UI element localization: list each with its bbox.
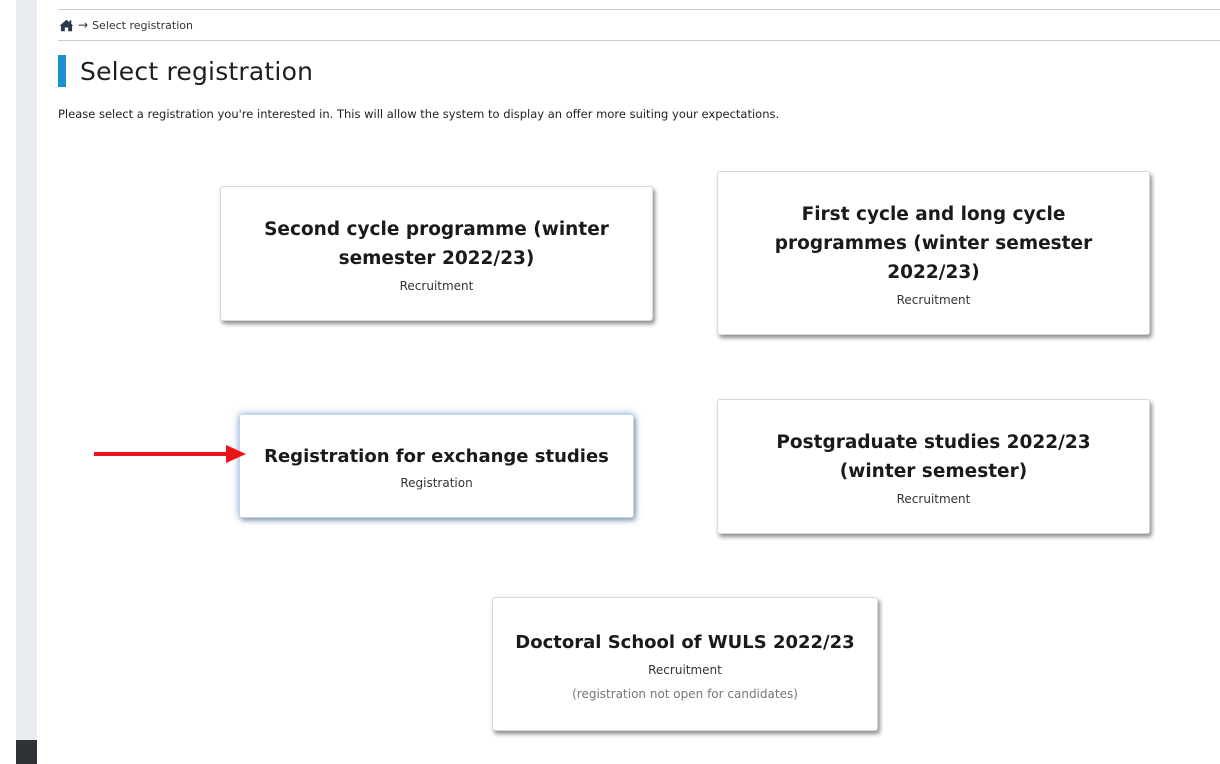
card-type: Recruitment	[399, 278, 474, 293]
registration-card-doctoral-school[interactable]: Doctoral School of WULS 2022/23 Recruitm…	[492, 597, 878, 731]
breadcrumb-current: Select registration	[92, 18, 193, 32]
annotation-arrow-icon	[94, 445, 246, 463]
registration-card-postgraduate[interactable]: Postgraduate studies 2022/23 (winter sem…	[717, 399, 1150, 534]
registration-card-second-cycle[interactable]: Second cycle programme (winter semester …	[220, 186, 653, 321]
card-title: Registration for exchange studies	[264, 446, 609, 467]
breadcrumb-separator: →	[78, 18, 89, 32]
card-type: Recruitment	[896, 491, 971, 506]
card-type: Recruitment	[896, 292, 971, 307]
card-title: First cycle and long cycle programmes (w…	[774, 203, 1093, 283]
page-title: Select registration	[80, 56, 314, 86]
intro-text: Please select a registration you're inte…	[58, 107, 780, 121]
page-header: Select registration	[58, 55, 313, 87]
card-title: Postgraduate studies 2022/23 (winter sem…	[776, 431, 1091, 482]
registration-card-exchange-studies[interactable]: Registration for exchange studies Regist…	[239, 414, 634, 518]
card-type: Recruitment	[648, 662, 722, 677]
card-title: Second cycle programme (winter semester …	[264, 218, 609, 269]
title-accent-bar	[58, 55, 66, 87]
card-title: Doctoral School of WULS 2022/23	[515, 631, 855, 653]
left-rail-footer	[16, 740, 37, 764]
card-type: Registration	[400, 476, 473, 490]
registration-card-first-cycle[interactable]: First cycle and long cycle programmes (w…	[717, 171, 1150, 335]
card-note: (registration not open for candidates)	[572, 686, 798, 701]
home-icon[interactable]	[59, 19, 74, 32]
breadcrumb: → Select registration	[58, 9, 1220, 41]
left-rail	[16, 0, 37, 764]
